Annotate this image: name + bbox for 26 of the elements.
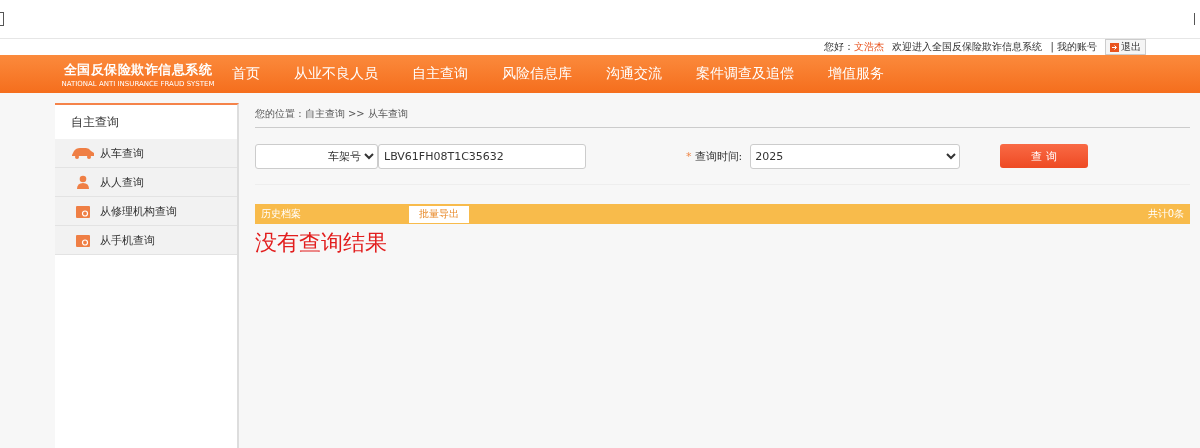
time-label: 查询时间: — [694, 148, 743, 164]
sidebar-title: 自主查询 — [70, 113, 120, 131]
type-select[interactable]: 车架号 — [255, 143, 378, 169]
sidebar-item[interactable]: 从修理机构查询 — [55, 197, 237, 226]
window-edge-icon — [0, 12, 4, 26]
calendar-icon — [76, 233, 90, 247]
results-title: 历史档案 — [261, 207, 301, 221]
logout-icon — [1110, 42, 1119, 52]
sidebar-item[interactable]: 从人查询 — [55, 168, 237, 197]
time-select[interactable]: 2025 — [750, 143, 961, 169]
account-link[interactable]: | 我的账号 — [1050, 40, 1097, 54]
calendar-icon — [76, 204, 90, 218]
greeting-text: 您好：文浩杰 — [824, 40, 885, 54]
empty-message: 没有查询结果 — [255, 229, 388, 257]
sidebar-item[interactable]: 从手机查询 — [55, 226, 237, 255]
required-mark: * — [686, 149, 692, 163]
results-count: 共计0条 — [1147, 207, 1184, 221]
sidebar-item[interactable]: 从车查询 — [55, 139, 237, 168]
logout-button[interactable]: 退出 — [1105, 39, 1146, 55]
breadcrumb: 您的位置 : 自主查询 >> 从车查询 — [255, 103, 1190, 128]
person-icon — [77, 175, 89, 189]
welcome-text: 欢迎进入全国反保险欺诈信息系统 — [892, 40, 1043, 54]
query-input[interactable]: LBV61FH08T1C35632 — [378, 143, 586, 169]
window-edge-icon — [1194, 13, 1198, 25]
car-icon — [71, 147, 95, 159]
logo-title: 全国反保险欺诈信息系统 — [63, 60, 213, 79]
